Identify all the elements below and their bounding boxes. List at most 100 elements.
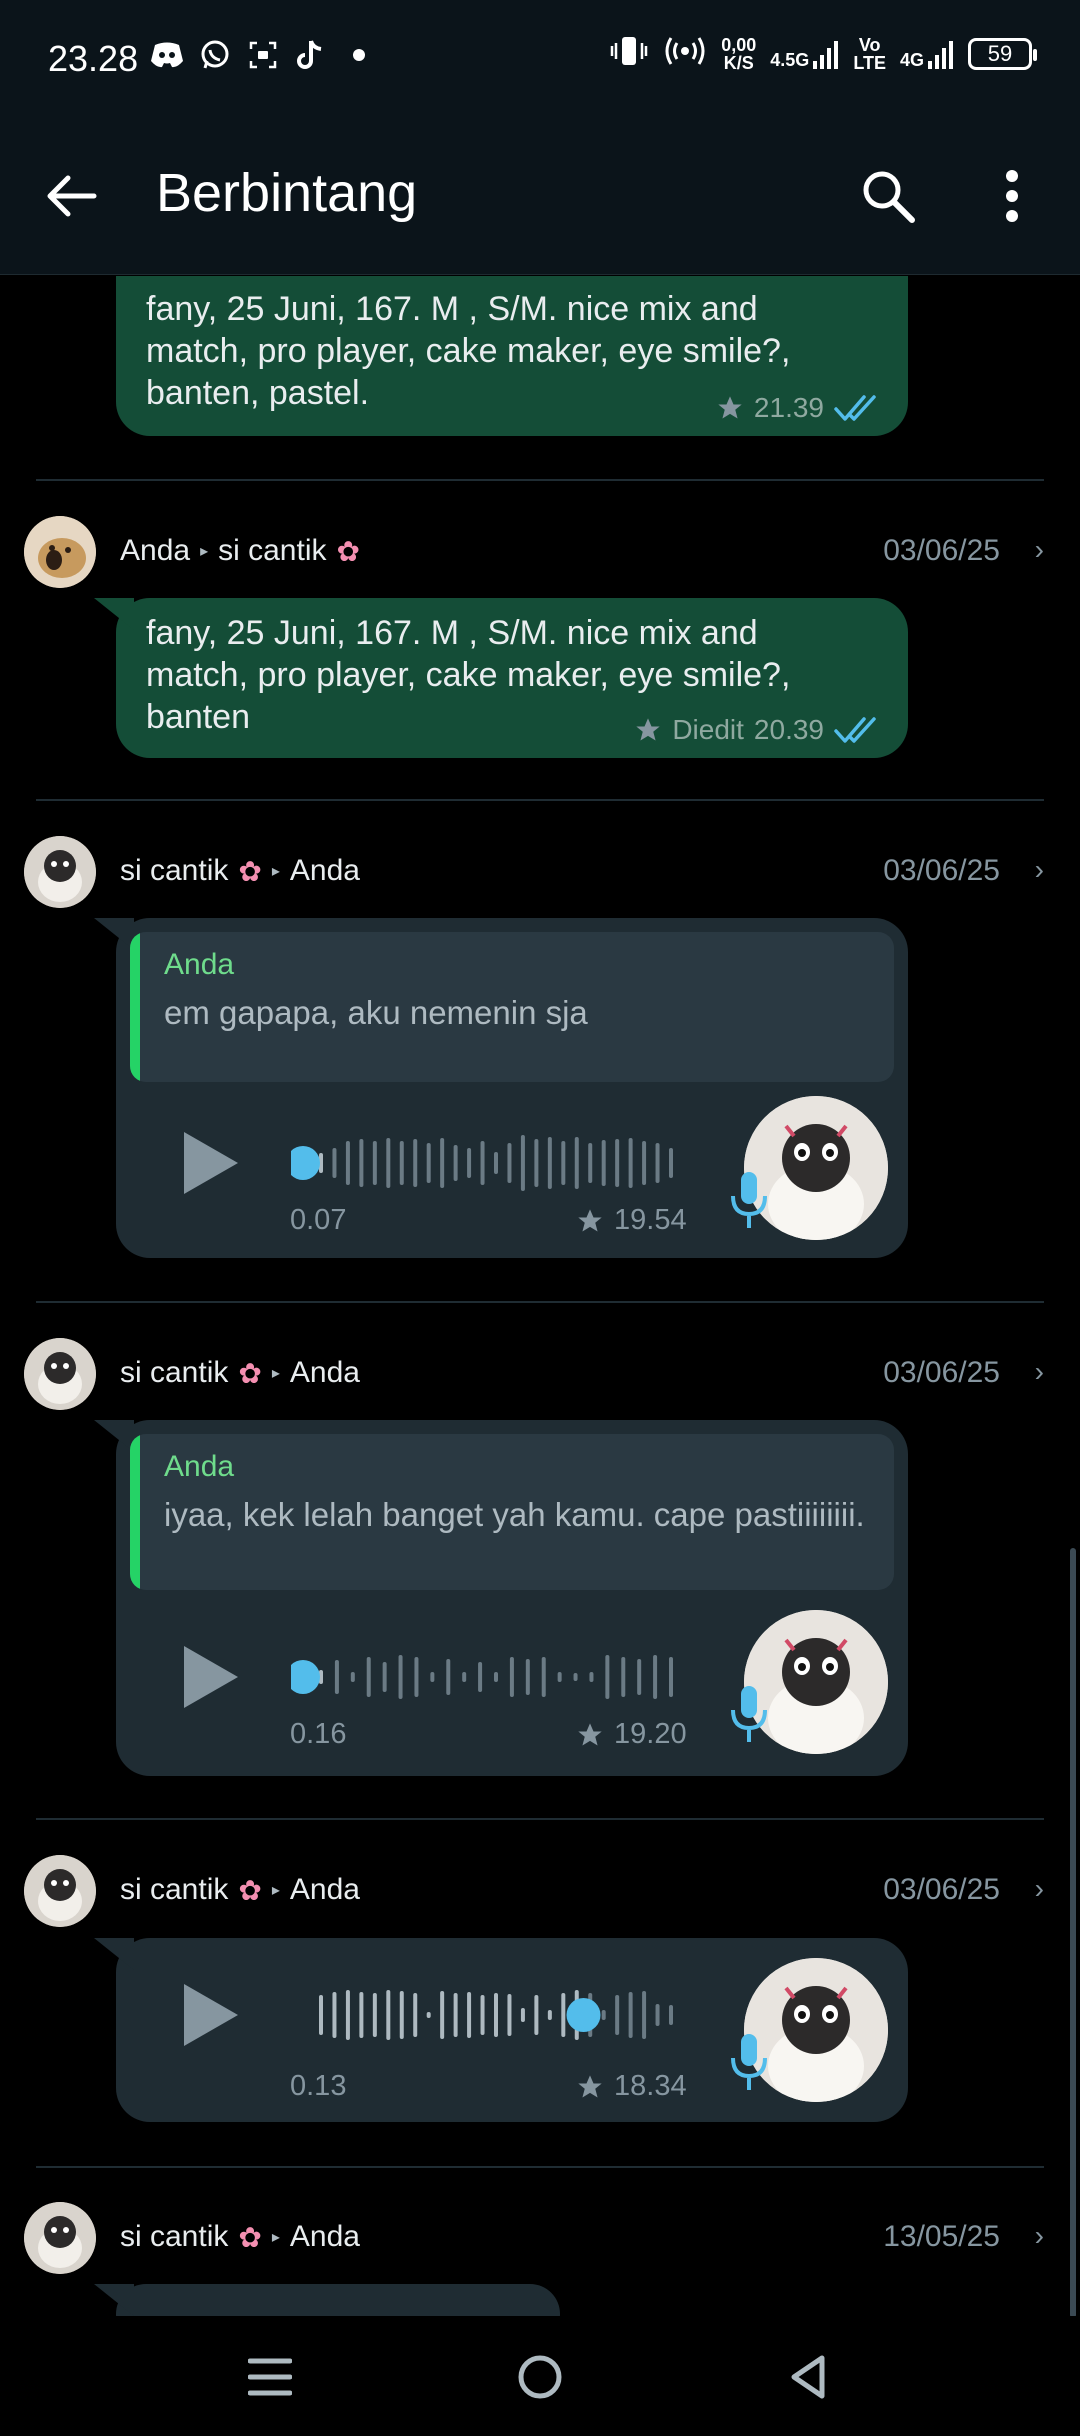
voice-waveform[interactable]: [291, 1123, 681, 1203]
wave-bar: [628, 1138, 633, 1188]
message-time: 19.54: [614, 1204, 687, 1236]
chevron-right-icon[interactable]: ›: [1035, 1356, 1044, 1388]
sender-recipient: si cantik ✿ ▸ Anda: [120, 854, 360, 888]
voice-player: 0.16 19.20: [116, 1606, 908, 1776]
message-date: 03/06/25: [883, 1356, 1000, 1389]
wave-bar: [366, 1657, 371, 1697]
more-options-button[interactable]: [980, 158, 1044, 234]
message-time: 19.20: [614, 1718, 687, 1750]
cherry-blossom-icon: ✿: [238, 1357, 262, 1389]
app-bar: Berbintang: [0, 120, 1080, 275]
recipient-name: si cantik: [218, 534, 327, 567]
sender-recipient: Anda ▸ si cantik ✿: [120, 534, 360, 568]
message-bubble-outgoing[interactable]: fany, 25 Juni, 167. M , S/M. nice mix an…: [94, 598, 908, 758]
wave-bar: [615, 1995, 620, 2035]
voice-message-bubble[interactable]: Anda iyaa, kek lelah banget yah kamu. ca…: [94, 1420, 908, 1776]
net-speed-value: 0,00: [721, 34, 757, 55]
avatar[interactable]: [24, 1338, 96, 1410]
search-button[interactable]: [850, 158, 926, 234]
quoted-message[interactable]: Anda iyaa, kek lelah banget yah kamu. ca…: [130, 1434, 894, 1590]
recents-button[interactable]: [230, 2342, 310, 2412]
message-time: 18.34: [614, 2070, 687, 2102]
message-header[interactable]: si cantik ✿ ▸ Anda 03/06/25 ›: [0, 1851, 1080, 1931]
home-button[interactable]: [500, 2342, 580, 2412]
sender-name: si cantik: [120, 2220, 229, 2253]
wave-bar: [525, 1659, 530, 1695]
quote-accent-bar: [130, 932, 140, 1082]
tiktok-icon: [294, 38, 328, 72]
back-button[interactable]: [36, 160, 108, 232]
divider: [36, 2166, 1044, 2168]
chevron-right-icon[interactable]: ›: [1035, 854, 1044, 886]
status-bar: 23.28 0,00 K/S 4.5G Vo LTE 4G 59: [0, 0, 1080, 120]
message-meta: 21.39: [716, 392, 882, 424]
wave-bar: [615, 1139, 620, 1187]
wave-bar: [669, 2005, 673, 2025]
quote-text: iyaa, kek lelah banget yah kamu. cape pa…: [164, 1496, 865, 1533]
net-speed-unit: K/S: [723, 52, 754, 73]
hotspot-icon: [663, 34, 707, 73]
wave-bar: [588, 1143, 593, 1183]
wave-bar: [350, 1672, 355, 1682]
voice-waveform[interactable]: [291, 1637, 681, 1717]
avatar[interactable]: [24, 2202, 96, 2274]
wave-bar: [453, 1145, 458, 1181]
wave-bar: [557, 1672, 562, 1682]
quote-author: Anda: [164, 948, 235, 981]
divider: [36, 799, 1044, 801]
wave-bar: [372, 1141, 377, 1185]
playback-position-dot[interactable]: [291, 1146, 320, 1180]
message-header[interactable]: si cantik ✿ ▸ Anda 03/06/25 ›: [0, 832, 1080, 912]
arrow-left-icon: [47, 175, 97, 217]
message-header[interactable]: si cantik ✿ ▸ Anda 13/05/25 ›: [0, 2198, 1080, 2278]
avatar[interactable]: [24, 516, 96, 588]
voice-duration: 0.13: [290, 2070, 347, 2102]
discord-icon: [150, 38, 184, 72]
arrow-right-small-icon: ▸: [271, 1882, 280, 1899]
voice-player: 0.13 18.34: [116, 1938, 908, 2122]
bubble-tail: [94, 2284, 134, 2316]
avatar[interactable]: [24, 836, 96, 908]
divider: [36, 1301, 1044, 1303]
wave-bar: [430, 1672, 435, 1682]
wave-bar: [574, 1137, 579, 1189]
wave-bar: [398, 1655, 403, 1699]
voice-message-bubble[interactable]: 0.13 18.34: [94, 1938, 908, 2122]
quoted-message[interactable]: Anda em gapapa, aku nemenin sja: [130, 932, 894, 1082]
message-header[interactable]: Anda ▸ si cantik ✿ 03/06/25 ›: [0, 512, 1080, 592]
scrollbar[interactable]: [1070, 1548, 1076, 2318]
play-icon[interactable]: [176, 1980, 246, 2050]
message-header[interactable]: si cantik ✿ ▸ Anda 03/06/25 ›: [0, 1334, 1080, 1414]
message-bubble-outgoing[interactable]: fany, 25 Juni, 167. M , S/M. nice mix an…: [116, 276, 908, 436]
divider: [36, 1818, 1044, 1820]
message-bubble-incoming[interactable]: [94, 2284, 560, 2316]
back-nav-button[interactable]: [768, 2342, 848, 2412]
play-icon[interactable]: [176, 1128, 246, 1198]
arrow-right-small-icon: ▸: [271, 863, 280, 880]
playback-position-dot[interactable]: [291, 1660, 320, 1694]
mic-icon: [731, 1172, 767, 1228]
sender-recipient: si cantik ✿ ▸ Anda: [120, 2220, 360, 2254]
wave-bar: [669, 1148, 673, 1178]
vibrate-icon: [609, 34, 649, 73]
wave-bar: [453, 1993, 458, 2037]
wave-bar: [426, 1143, 431, 1183]
arrow-right-small-icon: ▸: [271, 2229, 280, 2246]
wave-bar: [628, 1992, 633, 2038]
voice-waveform[interactable]: [291, 1975, 681, 2055]
starred-messages-list[interactable]: fany, 25 Juni, 167. M , S/M. nice mix an…: [0, 276, 1080, 2316]
net-type-2: 4G: [899, 49, 924, 70]
more-vert-icon: [1006, 170, 1018, 222]
wave-bar: [413, 1139, 418, 1187]
chevron-right-icon[interactable]: ›: [1035, 2220, 1044, 2252]
playback-position-dot[interactable]: [566, 1998, 601, 2032]
chevron-right-icon[interactable]: ›: [1035, 1873, 1044, 1905]
play-icon[interactable]: [176, 1642, 246, 1712]
wave-bar: [467, 1148, 472, 1178]
whatsapp-icon: [198, 38, 232, 72]
wave-bar: [509, 1657, 514, 1697]
wave-bar: [359, 1992, 364, 2038]
chevron-right-icon[interactable]: ›: [1035, 534, 1044, 566]
avatar[interactable]: [24, 1855, 96, 1927]
voice-message-bubble[interactable]: Anda em gapapa, aku nemenin sja 0.07 19.…: [94, 918, 908, 1258]
